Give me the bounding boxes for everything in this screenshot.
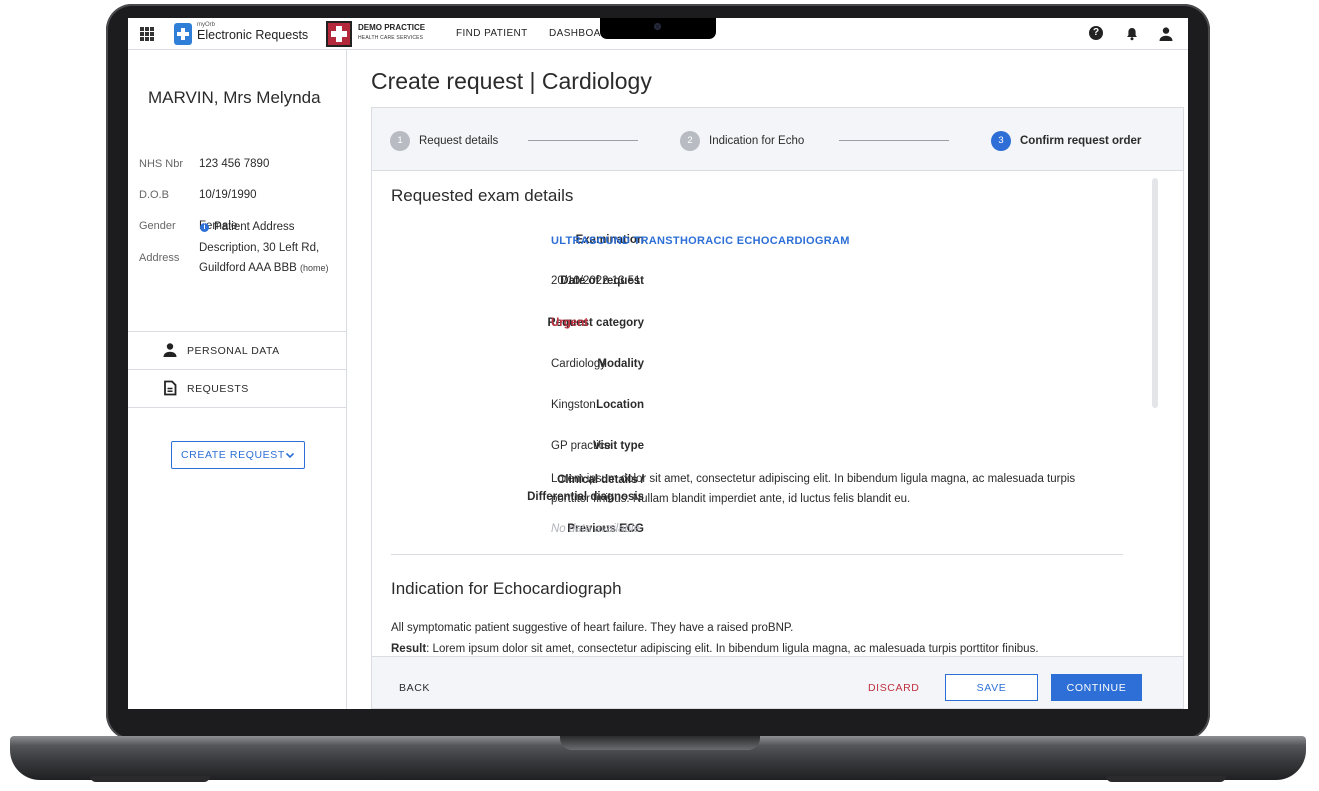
step-label-indication[interactable]: Indication for Echo (709, 135, 804, 147)
section-title-exam: Requested exam details (391, 186, 574, 205)
create-request-button[interactable]: CREATE REQUEST (171, 441, 305, 469)
date-of-request-value: 20/10/2022 13:51 (551, 275, 641, 287)
clinical-details-value: Lorem ipsum dolor sit amet, consectetur … (551, 473, 1076, 485)
document-icon (162, 380, 178, 396)
result-text: Result: Lorem ipsum dolor sit amet, cons… (391, 643, 1039, 655)
step-number[interactable]: 2 (680, 131, 700, 151)
previous-ecg-value: No data available (551, 523, 640, 535)
step-number[interactable]: 3 (991, 131, 1011, 151)
orb-logo-icon (174, 23, 192, 45)
step-number[interactable]: 1 (390, 131, 410, 151)
address-type-tag: (home) (300, 263, 329, 273)
chevron-down-icon (285, 450, 295, 460)
location-value: Kingston (551, 399, 596, 411)
section-title-indication: Indication for Echocardiograph (391, 579, 622, 598)
discard-button[interactable]: DISCARD (868, 682, 919, 694)
divider (128, 407, 347, 408)
sidebar-item-label: PERSONAL DATA (187, 345, 280, 357)
laptop-foot (1106, 776, 1226, 782)
examination-link[interactable]: ULTRASOUND TRANSTHORACIC ECHOCARDIOGRAM (551, 235, 850, 247)
back-button[interactable]: BACK (399, 682, 430, 694)
camera-icon (654, 23, 661, 30)
address-label: Address (139, 252, 180, 264)
scrollbar[interactable] (1152, 178, 1158, 408)
modality-value: Cardiology (551, 358, 606, 370)
practice-name: DEMO PRACTICE (358, 23, 426, 32)
step-connector (839, 140, 949, 141)
field-label-location: Location (596, 399, 644, 411)
nhs-value: 123 456 7890 (199, 158, 270, 170)
sidebar-item-requests[interactable]: REQUESTS (128, 370, 347, 407)
page-title: Create request | Cardiology (371, 68, 652, 94)
nav-dashboard[interactable]: DASHBOA (549, 28, 601, 39)
clinical-details-value: porttitor finibus. Nullam blandit imperd… (551, 493, 911, 505)
person-icon (162, 342, 178, 358)
dob-label: D.O.B (139, 189, 169, 201)
request-category-value: Urgent (551, 317, 589, 329)
request-panel: 1 Request details 2 Indication for Echo … (371, 107, 1184, 709)
step-connector (528, 140, 638, 141)
stepper: 1 Request details 2 Indication for Echo … (372, 108, 1183, 171)
user-icon[interactable] (1158, 26, 1174, 42)
address-line: Guildford AAA BBB (home) (199, 262, 329, 274)
apps-grid-icon[interactable] (140, 27, 154, 41)
info-icon: i (200, 223, 209, 232)
result-value: : Lorem ipsum dolor sit amet, consectetu… (426, 643, 1039, 655)
result-label: Result (391, 643, 427, 655)
indication-text: All symptomatic patient suggestive of he… (391, 622, 794, 634)
patient-sidebar: MARVIN, Mrs Melynda NHS Nbr 123 456 7890… (128, 50, 347, 709)
app-name[interactable]: Electronic Requests (197, 28, 308, 42)
laptop-base (10, 736, 1306, 782)
app-screen: myOrb Electronic Requests DEMO PRACTICE … (128, 18, 1188, 709)
address-line: Description, 30 Left Rd, (199, 242, 320, 254)
create-request-label: CREATE REQUEST (181, 449, 285, 461)
sidebar-item-personal-data[interactable]: PERSONAL DATA (128, 332, 347, 369)
visit-type-value: GP practice (551, 440, 611, 452)
action-footer: BACK DISCARD SAVE CONTINUE (372, 656, 1183, 708)
nhs-label: NHS Nbr (139, 158, 184, 170)
divider (391, 554, 1123, 555)
bell-icon[interactable] (1124, 26, 1140, 42)
save-button[interactable]: SAVE (945, 674, 1038, 701)
sidebar-item-label: REQUESTS (187, 383, 249, 395)
camera-notch (600, 18, 716, 39)
address-line: Patient Address (214, 221, 295, 233)
step-label-request-details[interactable]: Request details (419, 135, 498, 147)
address-city: Guildford AAA BBB (199, 262, 297, 274)
continue-button[interactable]: CONTINUE (1051, 674, 1142, 701)
dob-value: 10/19/1990 (199, 189, 257, 201)
practice-subtitle: HEALTH CARE SERVICES (358, 35, 424, 41)
gender-label: Gender (139, 220, 176, 232)
nav-find-patient[interactable]: FIND PATIENT (456, 28, 528, 39)
step-label-confirm[interactable]: Confirm request order (1020, 135, 1141, 147)
laptop-foot (90, 776, 210, 782)
practice-logo-icon (326, 21, 352, 47)
laptop-hinge (560, 736, 760, 750)
patient-name: MARVIN, Mrs Melynda (148, 88, 321, 107)
help-icon[interactable]: ? (1089, 26, 1105, 42)
